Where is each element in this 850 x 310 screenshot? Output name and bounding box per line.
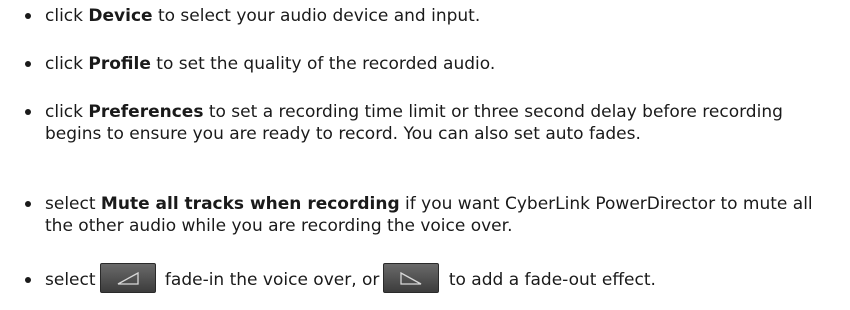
mute-all-tracks-label: Mute all tracks when recording: [100, 194, 400, 214]
preferences-label: Preferences: [88, 102, 204, 122]
device-label: Device: [88, 6, 153, 26]
profile-label: Profile: [88, 54, 151, 74]
fade-in-icon: [117, 271, 139, 285]
item-text-pre: select: [45, 270, 96, 290]
list-item: select fade-in the voice over, or to add…: [22, 263, 656, 295]
item-text-pre: click: [45, 6, 89, 26]
list-item: select Mute all tracks when recording if…: [22, 193, 837, 237]
fade-out-icon: [400, 271, 422, 285]
item-text-pre: click: [45, 102, 89, 122]
item-text-post: to add a fade-out effect.: [443, 270, 656, 290]
fade-in-button[interactable]: [99, 263, 156, 293]
list-item: click Device to select your audio device…: [22, 5, 480, 27]
item-text-post: to set the quality of the recorded audio…: [150, 54, 496, 74]
fade-out-button[interactable]: [383, 263, 440, 293]
item-text-mid: fade-in the voice over, or: [159, 270, 380, 290]
list-item: click Preferences to set a recording tim…: [22, 101, 837, 145]
list-item: click Profile to set the quality of the …: [22, 53, 495, 75]
item-text-pre: select: [45, 194, 101, 214]
item-text-pre: click: [45, 54, 89, 74]
item-text-post: to select your audio device and input.: [152, 6, 481, 26]
